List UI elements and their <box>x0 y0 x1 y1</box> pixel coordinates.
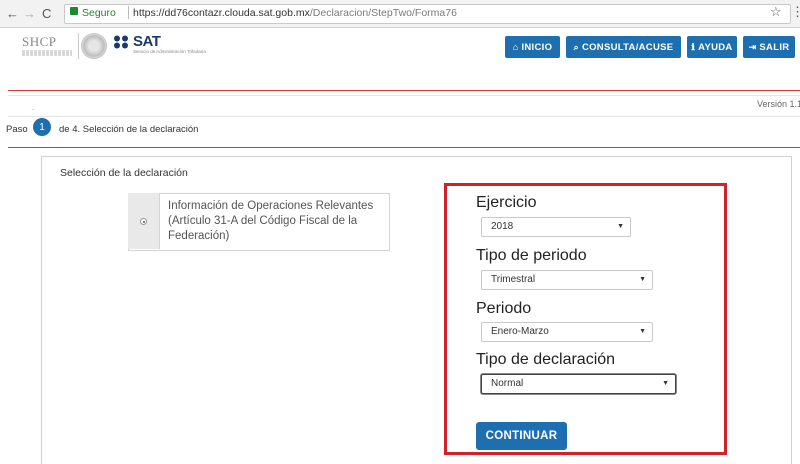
url-host: https://dd76contazr.clouda.sat.gob.mx <box>133 7 310 19</box>
sat-logo-text: SAT <box>133 33 161 50</box>
reload-icon[interactable]: C <box>42 6 51 21</box>
step-prefix: Paso <box>6 124 28 135</box>
periodo-value: Enero-Marzo <box>491 326 549 337</box>
lock-icon <box>70 7 78 15</box>
tipo-declaracion-value: Normal <box>491 378 524 389</box>
salir-button[interactable]: ⇥ SALIR <box>743 36 795 58</box>
secure-label: Seguro <box>82 7 116 19</box>
tipo-declaracion-select[interactable]: Normal ▼ <box>481 374 676 394</box>
chevron-down-icon: ▼ <box>617 223 624 230</box>
logo-divider <box>78 33 79 59</box>
sat-logo-subtitle: Servicio de Administración Tributaria <box>133 49 206 54</box>
bookmark-star-icon[interactable]: ☆ <box>770 4 782 20</box>
browser-menu-icon[interactable]: ⋮ <box>791 4 800 20</box>
shcp-logo-subtitle <box>22 50 72 56</box>
address-divider <box>128 6 129 19</box>
salir-label: SALIR <box>759 41 790 53</box>
top-divider <box>8 90 800 91</box>
ejercicio-label: Ejercicio <box>476 194 537 211</box>
ayuda-button[interactable]: ℹ AYUDA <box>687 36 737 58</box>
forward-icon[interactable]: → <box>23 6 36 21</box>
tipo-periodo-select[interactable]: Trimestral ▼ <box>481 270 653 290</box>
logout-icon: ⇥ <box>748 41 757 52</box>
sat-logo-icon <box>114 35 128 49</box>
ejercicio-select[interactable]: 2018 ▼ <box>481 217 631 237</box>
ayuda-label: AYUDA <box>698 41 733 53</box>
chevron-down-icon: ▼ <box>662 380 669 387</box>
inicio-button[interactable]: ⌂ INICIO <box>505 36 560 58</box>
chevron-down-icon: ▼ <box>639 328 646 335</box>
panel-title: Selección de la declaración <box>60 167 188 179</box>
tipo-declaracion-label: Tipo de declaración <box>476 351 616 368</box>
inicio-label: INICIO <box>521 41 553 53</box>
tipo-periodo-value: Trimestral <box>491 274 536 285</box>
tipo-periodo-label: Tipo de periodo <box>476 247 587 264</box>
ejercicio-value: 2018 <box>491 221 514 232</box>
version-bar <box>8 95 800 117</box>
version-bar-dot: . <box>32 103 35 112</box>
search-icon: ⌕ <box>573 41 579 52</box>
step-divider <box>8 147 800 148</box>
continuar-button[interactable]: CONTINUAR <box>476 422 567 450</box>
periodo-label: Periodo <box>476 300 532 317</box>
chevron-down-icon: ▼ <box>639 276 646 283</box>
url-path: /Declaracion/StepTwo/Forma76 <box>309 7 457 19</box>
declaration-radio[interactable] <box>140 218 147 225</box>
consulta-label: CONSULTA/ACUSE <box>581 41 674 53</box>
declaration-option-label: Información de Operaciones Relevantes (A… <box>168 200 374 242</box>
consulta-acuse-button[interactable]: ⌕ CONSULTA/ACUSE <box>566 36 681 58</box>
home-icon: ⌂ <box>512 42 519 52</box>
step-text: de 4. Selección de la declaración <box>59 124 199 135</box>
step-indicator: 1 <box>33 118 51 136</box>
shcp-logo: SHCP <box>22 34 57 49</box>
government-seal-icon <box>81 33 107 59</box>
info-icon: ℹ <box>691 41 696 52</box>
periodo-select[interactable]: Enero-Marzo ▼ <box>481 322 653 342</box>
url-text[interactable]: https://dd76contazr.clouda.sat.gob.mx/De… <box>133 7 457 19</box>
version-text: Versión 1.1. <box>757 99 800 109</box>
back-icon[interactable]: ← <box>6 6 19 21</box>
